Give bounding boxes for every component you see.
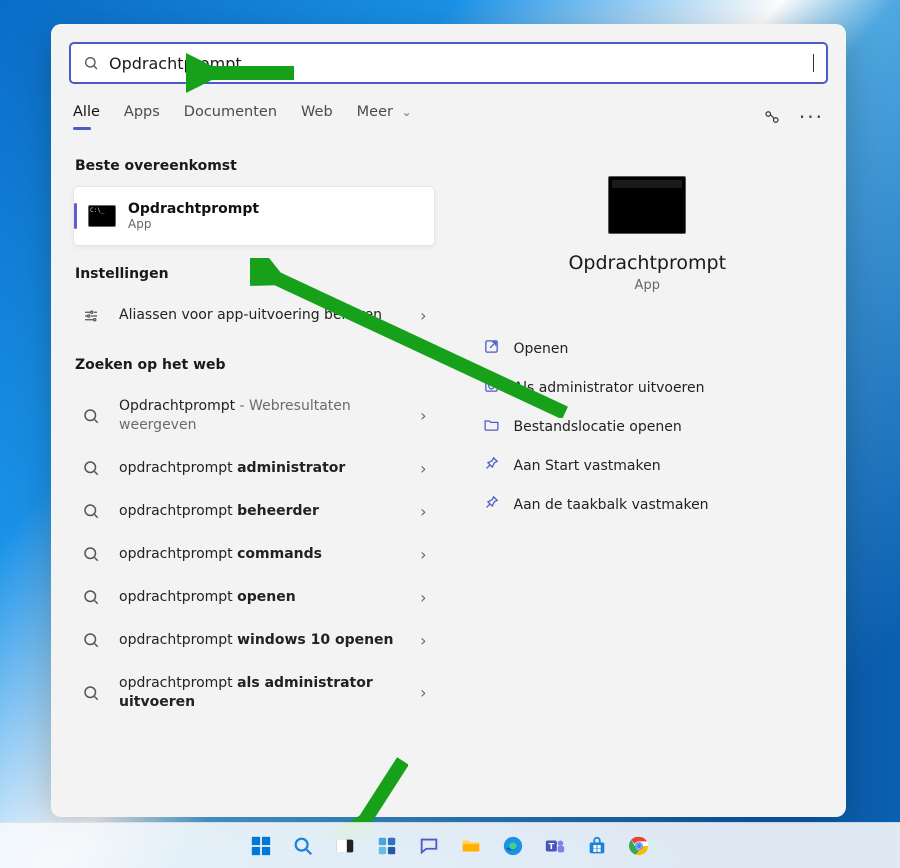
activity-icon[interactable] — [763, 108, 781, 126]
action-label: Bestandslocatie openen — [514, 419, 682, 435]
taskbar-start-button[interactable] — [247, 832, 275, 860]
taskbar: T — [0, 822, 900, 868]
filter-tabs: Alle Apps Documenten Web Meer ⌄ ··· — [51, 90, 846, 136]
tab-apps[interactable]: Apps — [124, 104, 160, 130]
chevron-right-icon: › — [420, 406, 426, 425]
search-input[interactable] — [109, 54, 809, 73]
taskbar-store-button[interactable] — [583, 832, 611, 860]
action-pin[interactable]: Aan Start vastmaken — [479, 446, 847, 485]
chevron-right-icon: › — [420, 502, 426, 521]
taskbar-chat-button[interactable] — [415, 832, 443, 860]
action-label: Als administrator uitvoeren — [514, 380, 705, 396]
web-result-item[interactable]: opdrachtprompt administrator › — [73, 447, 439, 490]
preview-title: Opdrachtprompt — [449, 252, 847, 274]
preview-pane: Opdrachtprompt App Openen Als administrat… — [449, 136, 847, 811]
chevron-down-icon: ⌄ — [402, 105, 412, 119]
tab-documents[interactable]: Documenten — [184, 104, 277, 130]
taskbar-teams-button[interactable]: T — [541, 832, 569, 860]
search-icon — [77, 459, 105, 477]
search-icon — [77, 588, 105, 606]
action-shield[interactable]: Als administrator uitvoeren — [479, 368, 847, 407]
section-best-match: Beste overeenkomst — [75, 158, 445, 174]
settings-item-aliases[interactable]: Aliassen voor app-uitvoering beheren › — [73, 294, 439, 337]
taskbar-widgets-button[interactable] — [373, 832, 401, 860]
chevron-right-icon: › — [420, 588, 426, 607]
cmd-thumb-icon — [88, 205, 116, 227]
web-result-item[interactable]: opdrachtprompt commands › — [73, 533, 439, 576]
taskbar-edge-button[interactable] — [499, 832, 527, 860]
taskbar-chrome-button[interactable] — [625, 832, 653, 860]
settings-item-label: Aliassen voor app-uitvoering beheren — [119, 306, 406, 325]
search-bar-container — [51, 24, 846, 90]
text-cursor — [813, 54, 814, 72]
web-result-item[interactable]: opdrachtprompt als administrator uitvoer… — [73, 662, 439, 724]
search-icon — [77, 631, 105, 649]
open-icon — [483, 338, 500, 359]
search-icon — [77, 502, 105, 520]
web-result-label: opdrachtprompt windows 10 openen — [119, 631, 406, 650]
web-result-label: opdrachtprompt beheerder — [119, 502, 406, 521]
action-pin[interactable]: Aan de taakbalk vastmaken — [479, 485, 847, 524]
chevron-right-icon: › — [420, 683, 426, 702]
shield-icon — [483, 377, 500, 398]
search-icon — [83, 55, 99, 71]
web-result-item[interactable]: opdrachtprompt openen › — [73, 576, 439, 619]
svg-text:T: T — [549, 840, 555, 850]
web-result-label: Opdrachtprompt - Webresultaten weergeven — [119, 397, 406, 435]
tab-all[interactable]: Alle — [73, 104, 100, 130]
tab-web[interactable]: Web — [301, 104, 333, 130]
action-open[interactable]: Openen — [479, 329, 847, 368]
web-result-label: opdrachtprompt openen — [119, 588, 406, 607]
web-result-label: opdrachtprompt commands — [119, 545, 406, 564]
chevron-right-icon: › — [420, 631, 426, 650]
web-result-item[interactable]: opdrachtprompt beheerder › — [73, 490, 439, 533]
app-large-icon — [608, 176, 686, 234]
search-icon — [77, 407, 105, 425]
preview-subtitle: App — [449, 278, 847, 293]
tab-more-label: Meer — [357, 104, 393, 120]
taskbar-search-button[interactable] — [289, 832, 317, 860]
action-label: Aan de taakbalk vastmaken — [514, 497, 709, 513]
tab-more[interactable]: Meer ⌄ — [357, 104, 412, 130]
best-match-title: Opdrachtprompt — [128, 201, 259, 217]
chevron-right-icon: › — [420, 545, 426, 564]
section-web: Zoeken op het web — [75, 357, 445, 373]
web-result-label: opdrachtprompt als administrator uitvoer… — [119, 674, 406, 712]
chevron-right-icon: › — [420, 306, 426, 325]
section-settings: Instellingen — [75, 266, 445, 282]
search-panel: Alle Apps Documenten Web Meer ⌄ ··· Best… — [51, 24, 846, 817]
results-list: Beste overeenkomst Opdrachtprompt App In… — [51, 136, 449, 811]
search-box[interactable] — [69, 42, 828, 84]
search-icon — [77, 684, 105, 702]
search-icon — [77, 545, 105, 563]
pin-icon — [483, 455, 500, 476]
best-match-item[interactable]: Opdrachtprompt App — [73, 186, 435, 246]
chevron-right-icon: › — [420, 459, 426, 478]
settings-slider-icon — [82, 307, 100, 325]
web-result-item[interactable]: opdrachtprompt windows 10 openen › — [73, 619, 439, 662]
web-result-item[interactable]: Opdrachtprompt - Webresultaten weergeven… — [73, 385, 439, 447]
taskbar-explorer-button[interactable] — [457, 832, 485, 860]
more-options-icon[interactable]: ··· — [799, 107, 824, 127]
best-match-subtitle: App — [128, 217, 259, 231]
action-folder[interactable]: Bestandslocatie openen — [479, 407, 847, 446]
web-result-label: opdrachtprompt administrator — [119, 459, 406, 478]
action-label: Aan Start vastmaken — [514, 458, 661, 474]
pin-icon — [483, 494, 500, 515]
folder-icon — [483, 416, 500, 437]
taskbar-taskview-button[interactable] — [331, 832, 359, 860]
action-label: Openen — [514, 341, 569, 357]
